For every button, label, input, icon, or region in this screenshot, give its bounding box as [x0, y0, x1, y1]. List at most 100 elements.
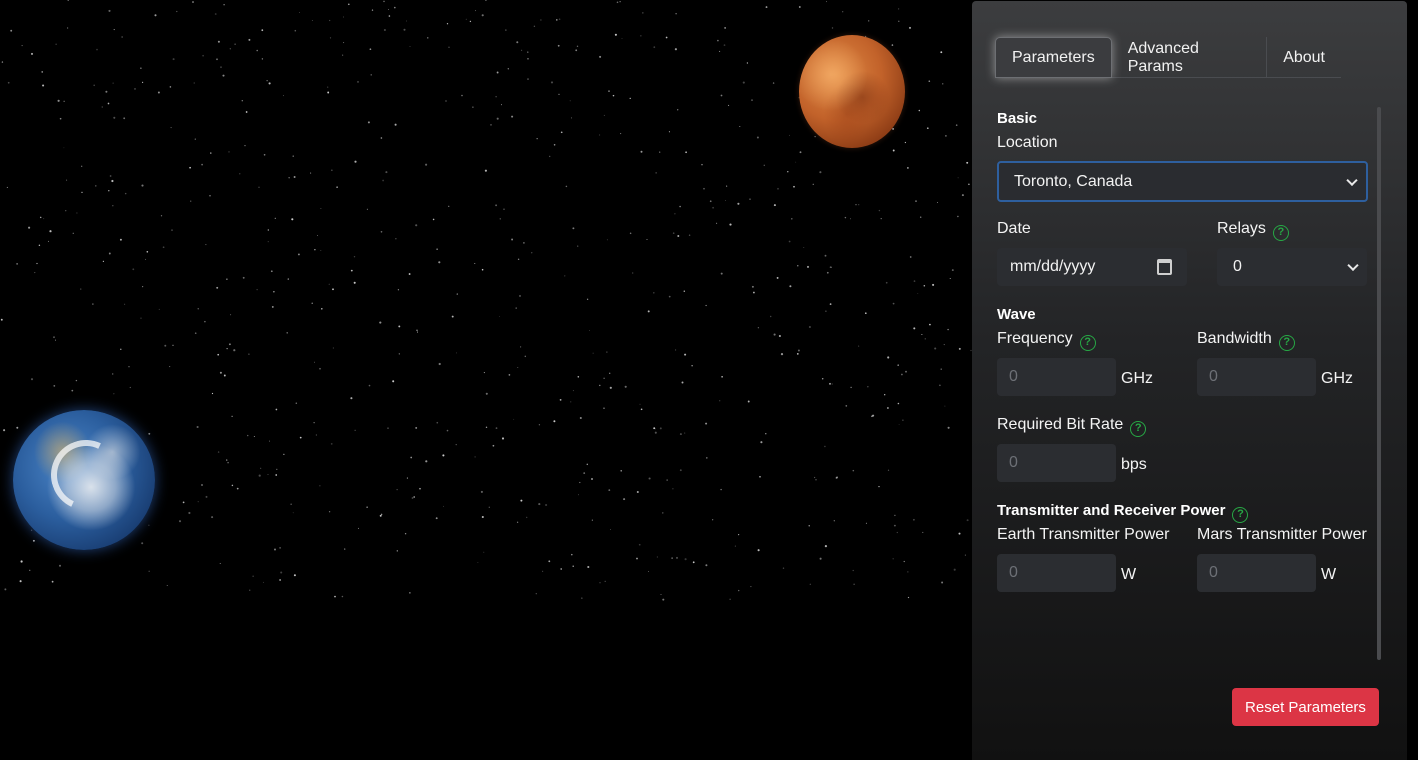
- star: [671, 557, 673, 559]
- star: [796, 353, 799, 355]
- star: [448, 205, 450, 207]
- star: [54, 339, 57, 341]
- star: [858, 345, 860, 347]
- chevron-down-icon: [1347, 259, 1359, 272]
- star: [380, 137, 383, 139]
- star: [425, 163, 428, 166]
- star: [826, 1, 827, 3]
- star: [564, 275, 566, 277]
- star: [900, 373, 903, 376]
- star: [679, 205, 681, 208]
- mars-power-input[interactable]: 0: [1197, 554, 1316, 592]
- star: [123, 117, 126, 120]
- date-input[interactable]: mm/dd/yyyy: [997, 248, 1187, 286]
- tab-parameters[interactable]: Parameters: [995, 37, 1112, 78]
- help-icon[interactable]: ?: [1232, 507, 1249, 523]
- relays-select[interactable]: 0: [1217, 248, 1367, 286]
- star: [921, 333, 923, 336]
- star: [825, 310, 827, 312]
- star: [383, 0, 385, 3]
- tab-about[interactable]: About: [1267, 37, 1341, 78]
- frequency-input[interactable]: 0: [997, 358, 1116, 396]
- star: [852, 469, 855, 472]
- star: [797, 265, 799, 267]
- star: [648, 571, 649, 572]
- star: [531, 252, 533, 254]
- star: [132, 268, 135, 271]
- star: [917, 293, 919, 295]
- star: [957, 215, 959, 218]
- star: [111, 179, 114, 183]
- star: [171, 229, 173, 231]
- calendar-icon[interactable]: [1157, 259, 1172, 275]
- star: [148, 524, 150, 526]
- star: [334, 595, 336, 598]
- star: [719, 50, 721, 52]
- star: [485, 392, 488, 395]
- star: [49, 230, 52, 233]
- star: [216, 286, 219, 289]
- star: [949, 278, 951, 279]
- star: [332, 288, 334, 291]
- star: [527, 58, 529, 60]
- star: [603, 377, 605, 379]
- star: [829, 303, 832, 305]
- star: [102, 260, 105, 263]
- space-view[interactable]: [0, 0, 972, 760]
- star: [966, 519, 969, 522]
- star: [684, 558, 687, 561]
- star: [499, 316, 501, 317]
- location-value: Toronto, Canada: [1014, 172, 1133, 190]
- help-icon[interactable]: ?: [1278, 335, 1295, 351]
- panel-scrollbar[interactable]: [1377, 107, 1381, 660]
- bitrate-input[interactable]: 0: [997, 444, 1116, 482]
- star: [629, 232, 632, 235]
- bandwidth-value: 0: [1209, 368, 1218, 385]
- star: [299, 12, 300, 14]
- star: [495, 204, 498, 207]
- star: [258, 186, 260, 188]
- star: [942, 83, 944, 85]
- star: [201, 163, 203, 166]
- star: [176, 10, 178, 13]
- star: [36, 262, 38, 265]
- star: [456, 293, 458, 295]
- star: [826, 271, 829, 274]
- star: [909, 256, 912, 258]
- earth-planet[interactable]: [13, 410, 155, 550]
- star: [216, 58, 218, 61]
- star: [884, 394, 886, 396]
- star: [485, 426, 488, 429]
- location-select[interactable]: Toronto, Canada: [997, 161, 1368, 202]
- help-icon[interactable]: ?: [1079, 335, 1096, 351]
- bandwidth-input[interactable]: 0: [1197, 358, 1316, 396]
- star: [128, 366, 130, 368]
- star: [577, 245, 579, 247]
- earth-power-input[interactable]: 0: [997, 554, 1116, 592]
- star: [723, 44, 726, 46]
- tab-advanced-params[interactable]: Advanced Params: [1112, 37, 1268, 78]
- star: [660, 594, 662, 596]
- star: [369, 48, 372, 51]
- help-icon[interactable]: ?: [1272, 225, 1289, 241]
- star: [223, 374, 226, 377]
- star: [659, 151, 661, 153]
- reset-parameters-button[interactable]: Reset Parameters: [1232, 688, 1379, 726]
- help-icon[interactable]: ?: [1130, 421, 1147, 437]
- star: [140, 317, 142, 319]
- star: [915, 200, 917, 202]
- star: [903, 560, 905, 563]
- star: [474, 456, 476, 458]
- star: [409, 45, 411, 47]
- star: [379, 321, 382, 324]
- mars-planet[interactable]: [799, 35, 905, 148]
- star: [47, 240, 49, 242]
- star: [286, 332, 288, 334]
- star: [357, 527, 359, 529]
- star: [885, 281, 888, 284]
- star: [313, 422, 315, 424]
- star: [703, 187, 705, 190]
- star: [59, 564, 61, 567]
- star: [587, 565, 590, 569]
- star: [283, 453, 285, 455]
